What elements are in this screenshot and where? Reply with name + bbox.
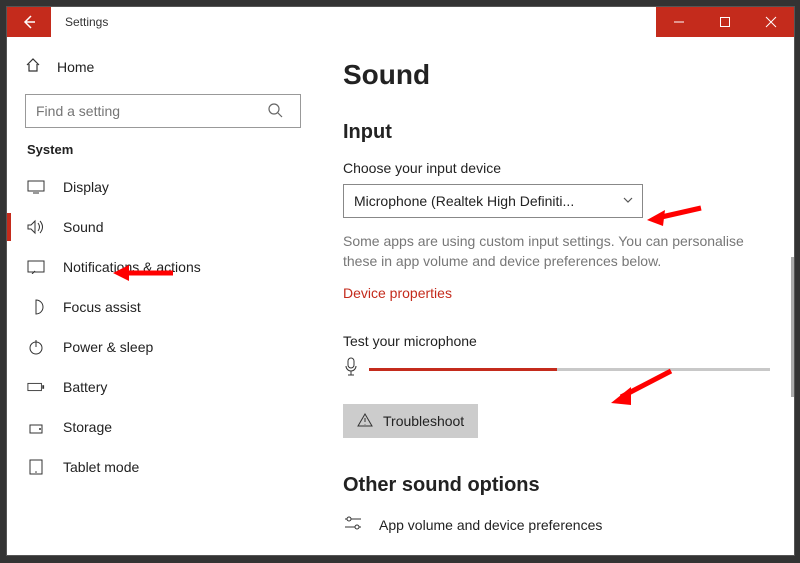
- tablet-icon: [27, 459, 45, 475]
- window-buttons: [656, 7, 794, 37]
- microphone-icon: [343, 357, 359, 382]
- minimize-button[interactable]: [656, 7, 702, 37]
- app-volume-option[interactable]: App volume and device preferences: [343, 515, 770, 534]
- maximize-icon: [719, 16, 731, 28]
- titlebar: Settings: [7, 7, 794, 37]
- sidebar-item-focus[interactable]: Focus assist: [15, 287, 311, 327]
- sidebar-item-label: Sound: [63, 219, 103, 235]
- search-icon: [267, 102, 283, 123]
- troubleshoot-label: Troubleshoot: [383, 413, 464, 429]
- sidebar-item-label: Notifications & actions: [63, 259, 201, 275]
- chevron-down-icon: [622, 193, 634, 209]
- troubleshoot-button[interactable]: Troubleshoot: [343, 404, 478, 438]
- input-device-dropdown[interactable]: Microphone (Realtek High Definiti...: [343, 184, 643, 218]
- notifications-icon: [27, 260, 45, 274]
- page-title: Sound: [343, 59, 770, 91]
- mic-level-bar: [369, 368, 770, 371]
- sidebar-item-label: Power & sleep: [63, 339, 153, 355]
- sidebar-section-label: System: [15, 142, 311, 167]
- content: Home System Display Sound Notifications …: [7, 37, 794, 555]
- main-panel: Sound Input Choose your input device Mic…: [317, 37, 794, 555]
- sidebar-item-label: Storage: [63, 419, 112, 435]
- home-label: Home: [57, 59, 94, 75]
- sidebar-item-tablet[interactable]: Tablet mode: [15, 447, 311, 487]
- sliders-icon: [343, 515, 363, 534]
- sidebar-item-sound[interactable]: Sound: [15, 207, 311, 247]
- app-volume-label: App volume and device preferences: [379, 517, 602, 533]
- display-icon: [27, 180, 45, 194]
- sidebar-item-power[interactable]: Power & sleep: [15, 327, 311, 367]
- home-icon: [25, 57, 41, 76]
- focus-icon: [27, 299, 45, 315]
- search-input[interactable]: [25, 94, 301, 128]
- warning-icon: [357, 412, 373, 431]
- sidebar-item-label: Focus assist: [63, 299, 141, 315]
- home-button[interactable]: Home: [15, 49, 311, 84]
- input-heading: Input: [343, 121, 770, 144]
- arrow-left-icon: [21, 14, 37, 30]
- sidebar-item-display[interactable]: Display: [15, 167, 311, 207]
- sidebar-item-battery[interactable]: Battery: [15, 367, 311, 407]
- sidebar-item-label: Display: [63, 179, 109, 195]
- battery-icon: [27, 381, 45, 393]
- dropdown-value: Microphone (Realtek High Definiti...: [354, 193, 622, 209]
- close-button[interactable]: [748, 7, 794, 37]
- test-mic-label: Test your microphone: [343, 333, 770, 349]
- search-wrap: [25, 94, 301, 128]
- back-button[interactable]: [7, 7, 51, 37]
- other-options-heading: Other sound options: [343, 474, 770, 497]
- sound-icon: [27, 219, 45, 235]
- maximize-button[interactable]: [702, 7, 748, 37]
- mic-level-fill: [369, 368, 557, 371]
- storage-icon: [27, 419, 45, 435]
- close-icon: [765, 16, 777, 28]
- choose-input-label: Choose your input device: [343, 160, 770, 176]
- sidebar-item-storage[interactable]: Storage: [15, 407, 311, 447]
- custom-settings-note: Some apps are using custom input setting…: [343, 232, 770, 271]
- power-icon: [27, 339, 45, 355]
- minimize-icon: [673, 16, 685, 28]
- device-properties-link[interactable]: Device properties: [343, 285, 452, 301]
- settings-window: Settings Home: [6, 6, 795, 556]
- window-title: Settings: [51, 7, 108, 37]
- sidebar-item-label: Tablet mode: [63, 459, 139, 475]
- scrollbar-thumb[interactable]: [791, 257, 794, 397]
- sidebar-item-notifications[interactable]: Notifications & actions: [15, 247, 311, 287]
- mic-level-row: [343, 357, 770, 382]
- sidebar-item-label: Battery: [63, 379, 107, 395]
- sidebar: Home System Display Sound Notifications …: [7, 37, 317, 555]
